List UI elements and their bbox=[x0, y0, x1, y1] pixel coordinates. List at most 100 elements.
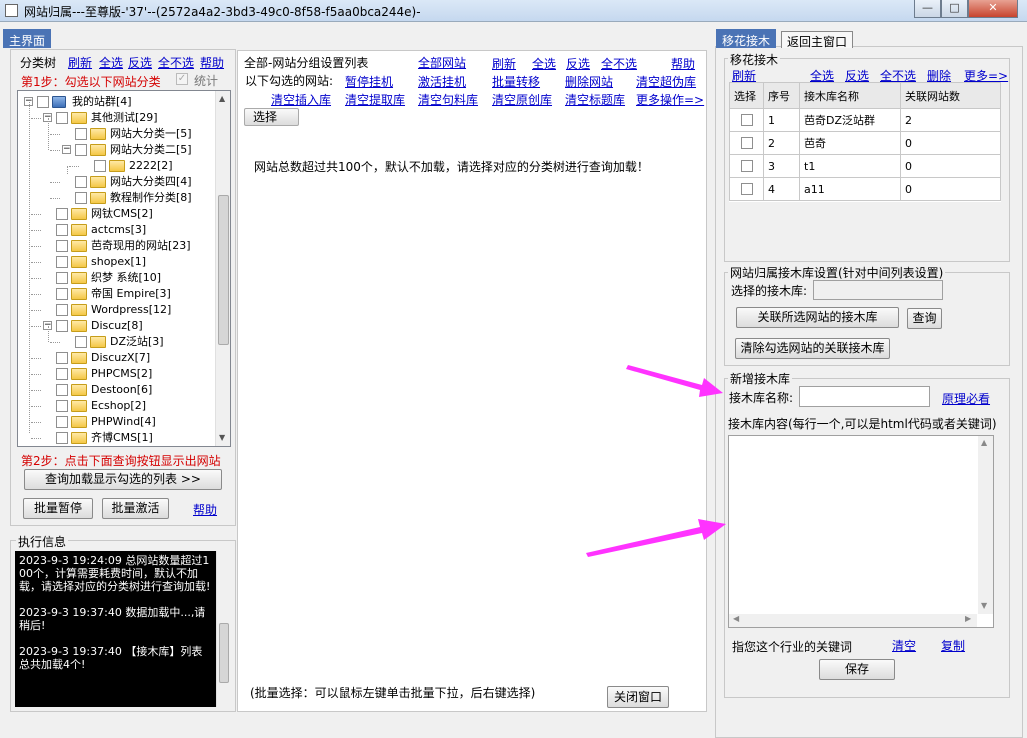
maximize-button[interactable]: □ bbox=[941, 0, 968, 18]
tree-node-checkbox[interactable] bbox=[56, 304, 68, 316]
textarea-vscrollbar[interactable]: ▲ ▼ bbox=[978, 436, 993, 614]
minimize-button[interactable]: — bbox=[914, 0, 941, 18]
more-actions-link[interactable]: 更多操作=> bbox=[636, 91, 704, 108]
tree-node[interactable]: Ecshop[2] bbox=[18, 398, 216, 414]
tree-node-checkbox[interactable] bbox=[56, 368, 68, 380]
table-row[interactable]: 2 芭奇 0 bbox=[729, 131, 1001, 155]
tree-node[interactable]: DiscuzX[7] bbox=[18, 350, 216, 366]
scroll-up-icon[interactable]: ▲ bbox=[981, 438, 987, 447]
tree-select-none-link[interactable]: 全不选 bbox=[158, 54, 194, 71]
row-checkbox[interactable] bbox=[741, 137, 753, 149]
center-invert-link[interactable]: 反选 bbox=[566, 55, 590, 72]
batch-transfer-link[interactable]: 批量转移 bbox=[492, 73, 540, 90]
activate-hang-link[interactable]: 激活挂机 bbox=[418, 73, 466, 90]
tree-node-checkbox[interactable] bbox=[75, 336, 87, 348]
close-window-button[interactable]: ✕ bbox=[968, 0, 1018, 18]
tree-help-link-bottom[interactable]: 帮助 bbox=[193, 501, 217, 518]
table-row[interactable]: 3 t1 0 bbox=[729, 154, 1001, 178]
tree-node[interactable]: 教程制作分类[8] bbox=[18, 190, 216, 206]
tree-node[interactable]: Destoon[6] bbox=[18, 382, 216, 398]
tree-node-checkbox[interactable] bbox=[75, 144, 87, 156]
tree-node[interactable]: 网站大分类四[4] bbox=[18, 174, 216, 190]
tree-node-checkbox[interactable] bbox=[75, 176, 87, 188]
clear-sentence-link[interactable]: 清空句料库 bbox=[418, 91, 478, 108]
query-load-button[interactable]: 查询加载显示勾选的列表 >> bbox=[24, 469, 222, 490]
center-select-none-link[interactable]: 全不选 bbox=[601, 55, 637, 72]
tree-node-checkbox[interactable] bbox=[56, 416, 68, 428]
row-select-cell[interactable] bbox=[729, 177, 764, 201]
tree-node[interactable]: 芭奇现用的网站[23] bbox=[18, 238, 216, 254]
tree-node[interactable]: 帝国 Empire[3] bbox=[18, 286, 216, 302]
tree-node[interactable]: 齐博CMS[1] bbox=[18, 430, 216, 446]
tree-select-all-link[interactable]: 全选 bbox=[99, 54, 123, 71]
clear-original-link[interactable]: 清空原创库 bbox=[492, 91, 552, 108]
delete-site-link[interactable]: 删除网站 bbox=[565, 73, 613, 90]
tree-node[interactable]: actcms[3] bbox=[18, 222, 216, 238]
row-checkbox[interactable] bbox=[741, 183, 753, 195]
all-sites-link[interactable]: 全部网站 bbox=[418, 54, 466, 71]
close-page-button[interactable]: 关闭窗口 bbox=[607, 686, 669, 708]
scroll-up-icon[interactable]: ▲ bbox=[219, 94, 225, 103]
tree-node-checkbox[interactable] bbox=[56, 272, 68, 284]
tree-node-checkbox[interactable] bbox=[56, 400, 68, 412]
tab-graft[interactable]: 移花接木 bbox=[716, 29, 777, 48]
save-button[interactable]: 保存 bbox=[819, 659, 895, 680]
tree-help-link[interactable]: 帮助 bbox=[200, 54, 224, 71]
col-name[interactable]: 接木库名称 bbox=[799, 82, 901, 109]
row-select-cell[interactable] bbox=[729, 154, 764, 178]
tree-invert-link[interactable]: 反选 bbox=[128, 54, 152, 71]
col-count[interactable]: 关联网站数 bbox=[900, 82, 1001, 109]
row-select-cell[interactable] bbox=[729, 131, 764, 155]
tree-refresh-link[interactable]: 刷新 bbox=[68, 54, 92, 71]
batch-activate-button[interactable]: 批量激活 bbox=[102, 498, 169, 519]
center-help-link[interactable]: 帮助 bbox=[671, 55, 695, 72]
tree-node-checkbox[interactable] bbox=[56, 256, 68, 268]
clear-insert-link[interactable]: 清空插入库 bbox=[271, 91, 331, 108]
tree-node[interactable]: PHPCMS[2] bbox=[18, 366, 216, 382]
table-row[interactable]: 4 a11 0 bbox=[729, 177, 1001, 201]
link-lib-button[interactable]: 关联所选网站的接木库 bbox=[736, 307, 899, 328]
scroll-right-icon[interactable]: ▶ bbox=[965, 614, 971, 623]
select-dropdown[interactable]: 选择 bbox=[244, 108, 299, 126]
tree-node-checkbox[interactable] bbox=[75, 192, 87, 204]
log-scrollbar[interactable] bbox=[216, 551, 231, 707]
tree-node[interactable]: PHPWind[4] bbox=[18, 414, 216, 430]
clear-title-link[interactable]: 清空标题库 bbox=[565, 91, 625, 108]
category-tree[interactable]: − 我的站群[4] − 其他测试[29] 网站大分类一[5] − 网站大分类二[5] 2222… bbox=[17, 90, 231, 447]
tree-node-checkbox[interactable] bbox=[56, 352, 68, 364]
tab-main[interactable]: 主界面 bbox=[3, 29, 52, 48]
tree-node-checkbox[interactable] bbox=[37, 96, 49, 108]
tree-node-checkbox[interactable] bbox=[56, 208, 68, 220]
tree-node-checkbox[interactable] bbox=[75, 128, 87, 140]
tree-node[interactable]: 网钛CMS[2] bbox=[18, 206, 216, 222]
clear-link-button[interactable]: 清除勾选网站的关联接木库 bbox=[735, 338, 890, 359]
tree-node-checkbox[interactable] bbox=[56, 240, 68, 252]
row-checkbox[interactable] bbox=[741, 114, 753, 126]
tree-node-checkbox[interactable] bbox=[56, 224, 68, 236]
selected-lib-field[interactable] bbox=[813, 280, 943, 300]
tree-node-checkbox[interactable] bbox=[56, 320, 68, 332]
tree-node-checkbox[interactable] bbox=[94, 160, 106, 172]
tree-scrollbar[interactable]: ▲ ▼ bbox=[215, 91, 230, 446]
tree-node-checkbox[interactable] bbox=[56, 288, 68, 300]
tree-node[interactable]: Wordpress[12] bbox=[18, 302, 216, 318]
lib-name-input[interactable] bbox=[799, 386, 930, 407]
batch-pause-button[interactable]: 批量暂停 bbox=[23, 498, 93, 519]
col-no[interactable]: 序号 bbox=[763, 82, 800, 109]
tree-node[interactable]: 2222[2] bbox=[18, 158, 216, 174]
tree-scroll-thumb[interactable] bbox=[218, 195, 229, 345]
copy-content-link[interactable]: 复制 bbox=[941, 637, 965, 654]
tree-node[interactable]: − 我的站群[4] bbox=[18, 94, 216, 110]
row-checkbox[interactable] bbox=[741, 160, 753, 172]
textarea-hscrollbar[interactable]: ◀ ▶ bbox=[729, 614, 977, 627]
clear-pseudo-link[interactable]: 清空超伪库 bbox=[636, 73, 696, 90]
clear-content-link[interactable]: 清空 bbox=[892, 637, 916, 654]
row-select-cell[interactable] bbox=[729, 108, 764, 132]
tree-node-checkbox[interactable] bbox=[56, 384, 68, 396]
scroll-left-icon[interactable]: ◀ bbox=[733, 614, 739, 623]
tree-node[interactable]: shopex[1] bbox=[18, 254, 216, 270]
col-select[interactable]: 选择 bbox=[729, 82, 764, 109]
center-select-all-link[interactable]: 全选 bbox=[532, 55, 556, 72]
log-scroll-thumb[interactable] bbox=[219, 623, 229, 683]
scroll-down-icon[interactable]: ▼ bbox=[219, 433, 225, 442]
